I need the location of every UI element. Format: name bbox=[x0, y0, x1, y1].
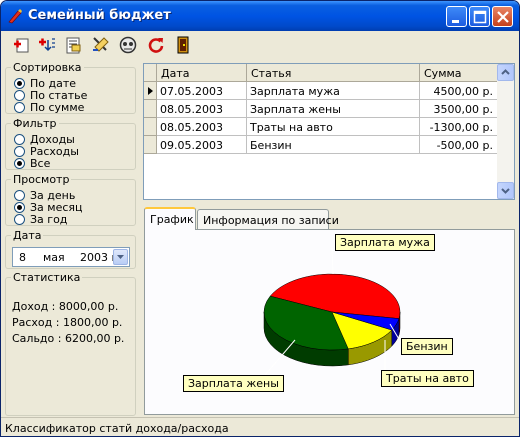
exit-icon bbox=[177, 36, 189, 54]
table-row[interactable]: 07.05.2003 bbox=[157, 82, 247, 100]
app-icon bbox=[8, 9, 22, 24]
current-row-icon bbox=[148, 87, 153, 95]
window-title: Семейный бюджет bbox=[28, 8, 171, 23]
minimize-icon bbox=[452, 20, 459, 23]
scroll-down-button[interactable] bbox=[497, 182, 514, 199]
minimize-button[interactable] bbox=[446, 6, 467, 27]
scroll-up-button[interactable] bbox=[497, 64, 514, 81]
filter-title: Фильтр bbox=[13, 117, 57, 130]
grid-corner bbox=[144, 64, 157, 82]
classifier-button[interactable] bbox=[90, 35, 110, 55]
view-title: Просмотр bbox=[13, 173, 70, 186]
add-record-icon bbox=[14, 38, 29, 53]
title-bar[interactable]: Семейный бюджет bbox=[1, 1, 519, 31]
view-month-radio[interactable]: За месяц bbox=[14, 201, 83, 214]
add-transfer-button[interactable] bbox=[37, 35, 57, 55]
tab-record-info[interactable]: Информация по записи bbox=[197, 209, 339, 230]
row-indicator[interactable] bbox=[144, 118, 157, 136]
table-row[interactable]: Бензин bbox=[247, 136, 420, 154]
tab-chart[interactable]: График bbox=[144, 207, 196, 230]
maximize-button[interactable] bbox=[469, 6, 490, 27]
status-text: Классификатор статй дохода/расхода bbox=[5, 422, 229, 435]
table-row[interactable]: Траты на авто bbox=[247, 118, 420, 136]
chart-label-car-expenses: Траты на авто bbox=[381, 370, 474, 387]
column-header-amount[interactable]: Сумма bbox=[420, 64, 498, 82]
column-header-date[interactable]: Дата bbox=[157, 64, 247, 82]
refresh-button[interactable] bbox=[146, 35, 166, 55]
table-row[interactable]: 08.05.2003 bbox=[157, 100, 247, 118]
view-day-radio[interactable]: За день bbox=[14, 189, 75, 202]
row-indicator[interactable] bbox=[144, 136, 157, 154]
table-row[interactable]: 08.05.2003 bbox=[157, 118, 247, 136]
add-transfer-icon bbox=[39, 38, 55, 52]
date-month[interactable]: мая bbox=[43, 251, 65, 264]
chevron-down-icon bbox=[117, 255, 124, 259]
chart-label-husband-salary: Зарплата мужа bbox=[335, 234, 435, 251]
close-icon bbox=[497, 11, 509, 23]
close-button[interactable] bbox=[492, 6, 513, 27]
sort-by-item-radio[interactable]: По статье bbox=[14, 89, 87, 102]
row-indicator[interactable] bbox=[144, 100, 157, 118]
date-picker[interactable]: 8 мая 2003 г. bbox=[12, 247, 130, 267]
refresh-icon bbox=[148, 38, 164, 53]
chart-label-wife-salary: Зарплата жены bbox=[183, 375, 284, 392]
chart-tab-page: Зарплата мужа Зарплата жены Траты на авт… bbox=[144, 229, 515, 415]
balance-total: Сальдо : 6200,00 р. bbox=[12, 332, 125, 345]
table-row[interactable]: -500,00 р. bbox=[420, 136, 498, 154]
date-group: Дата 8 мая 2003 г. bbox=[5, 229, 136, 269]
left-panel: Сортировка По дате По статье По сумме Фи… bbox=[5, 61, 136, 416]
statistics-group: Статистика Доход : 8000,00 р. Расход : 1… bbox=[5, 271, 136, 416]
grid-vertical-scrollbar[interactable] bbox=[497, 64, 514, 199]
sorting-title: Сортировка bbox=[13, 61, 82, 74]
sort-by-date-radio[interactable]: По дате bbox=[14, 77, 76, 90]
table-row[interactable]: Зарплата мужа bbox=[247, 82, 420, 100]
reports-button[interactable] bbox=[118, 35, 138, 55]
chevron-up-icon bbox=[501, 69, 510, 75]
edit-record-icon bbox=[66, 37, 81, 54]
edit-record-button[interactable] bbox=[63, 35, 83, 55]
income-total: Доход : 8000,00 р. bbox=[12, 300, 119, 313]
table-row[interactable]: 09.05.2003 bbox=[157, 136, 247, 154]
status-bar: Классификатор статй дохода/расхода bbox=[1, 417, 519, 436]
table-row[interactable]: Зарплата жены bbox=[247, 100, 420, 118]
toolbar bbox=[1, 31, 519, 59]
classifier-icon bbox=[93, 37, 109, 52]
date-title: Дата bbox=[13, 229, 42, 242]
statistics-title: Статистика bbox=[13, 271, 81, 284]
date-dropdown-button[interactable] bbox=[113, 249, 128, 265]
sort-by-amount-radio[interactable]: По сумме bbox=[14, 101, 84, 114]
add-record-button[interactable] bbox=[11, 35, 31, 55]
main-window: Семейный бюджет Сортировка По дате По ст… bbox=[0, 0, 520, 437]
row-indicator[interactable] bbox=[144, 82, 157, 100]
table-row[interactable]: -1300,00 р. bbox=[420, 118, 498, 136]
maximize-icon bbox=[473, 10, 487, 24]
records-grid[interactable]: Дата Статья Сумма 07.05.2003 Зарплата му… bbox=[143, 63, 515, 200]
filter-income-radio[interactable]: Доходы bbox=[14, 133, 75, 146]
chart-label-fuel: Бензин bbox=[401, 338, 453, 355]
pie-leader-line bbox=[331, 247, 334, 275]
exit-button[interactable] bbox=[173, 35, 193, 55]
view-year-radio[interactable]: За год bbox=[14, 213, 67, 226]
filter-all-radio[interactable]: Все bbox=[14, 157, 50, 170]
table-row[interactable]: 3500,00 р. bbox=[420, 100, 498, 118]
reports-icon bbox=[119, 36, 137, 54]
date-day[interactable]: 8 bbox=[19, 251, 26, 264]
table-row[interactable]: 4500,00 р. bbox=[420, 82, 498, 100]
filter-expense-radio[interactable]: Расходы bbox=[14, 145, 79, 158]
expense-total: Расход : 1800,00 р. bbox=[12, 316, 123, 329]
chevron-down-icon bbox=[501, 188, 510, 194]
column-header-item[interactable]: Статья bbox=[247, 64, 420, 82]
